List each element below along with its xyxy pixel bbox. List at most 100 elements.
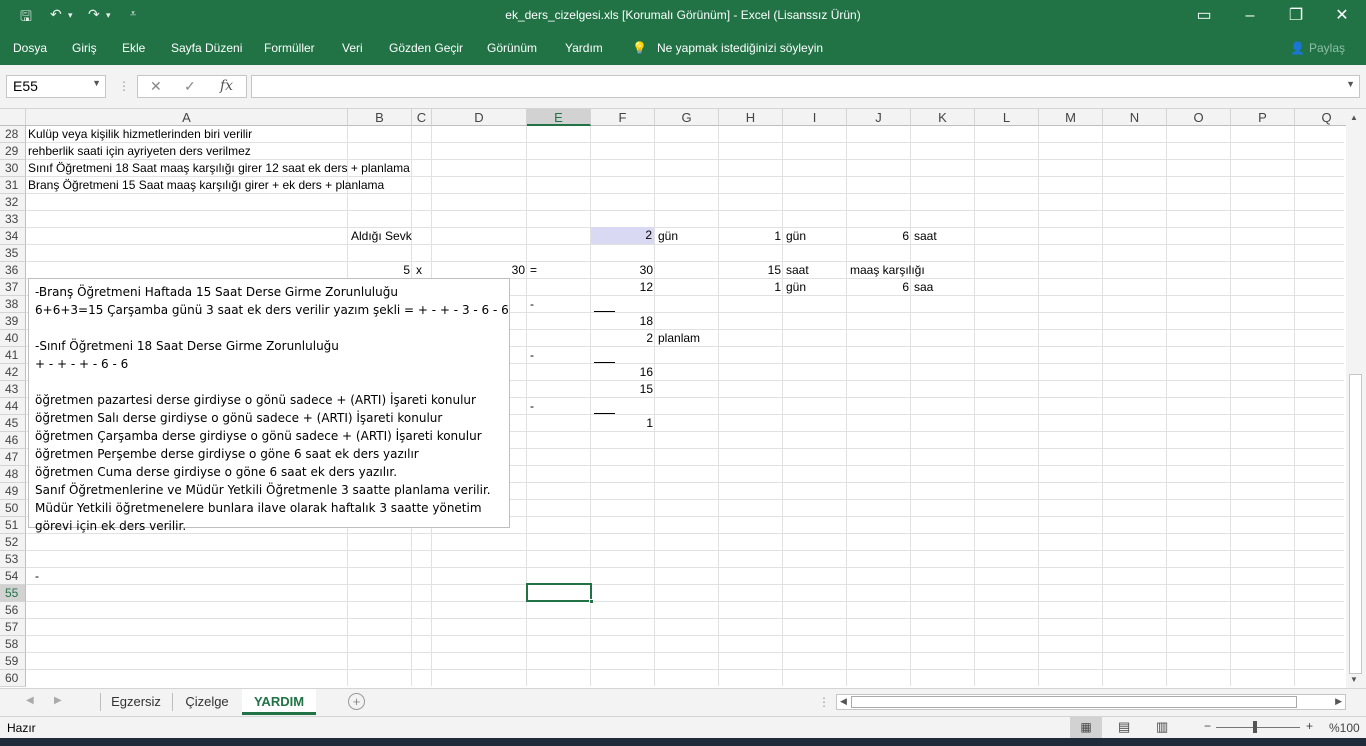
cell-c36[interactable]: x	[416, 262, 422, 278]
cell-b36[interactable]: 5	[348, 262, 410, 278]
row-header[interactable]: 57	[0, 619, 26, 636]
row-header[interactable]: 48	[0, 466, 26, 483]
col-header-b[interactable]: B	[348, 109, 412, 126]
cell-h34[interactable]: 1	[719, 228, 781, 244]
vertical-scrollbar[interactable]: ▲ ▼	[1346, 109, 1366, 688]
tab-gozden-gecir[interactable]: Gözden Geçir	[389, 41, 463, 55]
cell-k34[interactable]: saat	[914, 228, 937, 244]
row-header[interactable]: 42	[0, 364, 26, 381]
col-header-g[interactable]: G	[655, 109, 719, 126]
cell-a29[interactable]: rehberlik saati için ayriyeten ders veri…	[28, 143, 251, 159]
row-header[interactable]: 38	[0, 296, 26, 313]
row-header[interactable]: 45	[0, 415, 26, 432]
col-header-d[interactable]: D	[432, 109, 527, 126]
share-icon[interactable]: 👤	[1290, 41, 1305, 55]
insert-function-icon[interactable]: fx	[220, 78, 233, 94]
zoom-slider[interactable]	[1216, 727, 1300, 728]
cell-f40[interactable]: 2	[591, 330, 653, 346]
row-header[interactable]: 31	[0, 177, 26, 194]
tab-ekle[interactable]: Ekle	[122, 41, 145, 55]
cell-j34[interactable]: 6	[847, 228, 909, 244]
cell-a28[interactable]: Kulüp veya kişilik hizmetlerinden biri v…	[28, 126, 252, 142]
sheet-tab-yardim[interactable]: YARDIM	[242, 689, 316, 715]
row-header[interactable]: 55	[0, 585, 26, 602]
tab-split-handle-icon[interactable]: ⋮	[818, 695, 830, 709]
row-header[interactable]: 29	[0, 143, 26, 160]
tab-scroll-right-icon[interactable]: ▶	[54, 695, 62, 706]
row-header[interactable]: 56	[0, 602, 26, 619]
fill-handle[interactable]	[589, 599, 594, 604]
row-header[interactable]: 43	[0, 381, 26, 398]
ribbon-display-icon[interactable]: ▭	[1184, 4, 1224, 28]
row-header[interactable]: 44	[0, 398, 26, 415]
tell-me-box[interactable]: Ne yapmak istediğinizi söyleyin	[657, 41, 823, 55]
expand-formula-icon[interactable]: ▼	[1346, 79, 1355, 89]
formula-input[interactable]: ▼	[251, 75, 1360, 98]
col-header-o[interactable]: O	[1167, 109, 1231, 126]
sheet-tab-cizelge[interactable]: Çizelge	[173, 689, 241, 715]
row-header[interactable]: 47	[0, 449, 26, 466]
col-header-k[interactable]: K	[911, 109, 975, 126]
cell-i37[interactable]: gün	[786, 279, 806, 295]
page-layout-icon[interactable]: ▤	[1118, 719, 1130, 735]
cell-k37[interactable]: saa	[914, 279, 933, 295]
row-header[interactable]: 41	[0, 347, 26, 364]
col-header-p[interactable]: P	[1231, 109, 1295, 126]
row-header[interactable]: 58	[0, 636, 26, 653]
cell-i36[interactable]: saat	[786, 262, 809, 278]
select-all-corner[interactable]	[0, 109, 26, 126]
horizontal-scrollbar[interactable]: ◀ ▶	[836, 694, 1346, 710]
cell-b34[interactable]: Aldığı Sevk	[351, 228, 412, 244]
row-header[interactable]: 51	[0, 517, 26, 534]
tab-sayfa-duzeni[interactable]: Sayfa Düzeni	[171, 41, 242, 55]
col-header-e[interactable]: E	[527, 109, 591, 126]
page-break-preview-icon[interactable]: ▥	[1156, 719, 1168, 735]
row-header[interactable]: 52	[0, 534, 26, 551]
cell-f45[interactable]: 1	[591, 415, 653, 431]
row-header[interactable]: 46	[0, 432, 26, 449]
sheet-tab-egzersiz[interactable]: Egzersiz	[101, 689, 171, 715]
cell-f34[interactable]: 2	[591, 227, 654, 244]
row-header[interactable]: 30	[0, 160, 26, 177]
cell-h37[interactable]: 1	[719, 279, 781, 295]
cell-e36[interactable]: =	[530, 262, 537, 278]
cell-j37[interactable]: 6	[847, 279, 909, 295]
row-header[interactable]: 60	[0, 670, 26, 687]
enter-icon[interactable]: ✓	[184, 78, 196, 95]
scroll-up-icon[interactable]: ▲	[1350, 113, 1358, 122]
add-sheet-icon[interactable]: +	[348, 693, 365, 710]
cell-g40[interactable]: planlam	[658, 330, 700, 346]
cancel-icon[interactable]: ✕	[150, 78, 162, 95]
close-button[interactable]: ✕	[1322, 4, 1362, 28]
tab-dosya[interactable]: Dosya	[13, 41, 47, 55]
col-header-h[interactable]: H	[719, 109, 783, 126]
cell-d36[interactable]: 30	[432, 262, 525, 278]
row-header[interactable]: 32	[0, 194, 26, 211]
row-header[interactable]: 53	[0, 551, 26, 568]
row-header[interactable]: 33	[0, 211, 26, 228]
tab-scroll-left-icon[interactable]: ◀	[26, 695, 34, 706]
chevron-down-icon[interactable]: ▼	[92, 78, 101, 88]
col-header-l[interactable]: L	[975, 109, 1039, 126]
cell-i34[interactable]: gün	[786, 228, 806, 244]
cell-e38[interactable]: -	[530, 296, 534, 312]
col-header-n[interactable]: N	[1103, 109, 1167, 126]
row-header[interactable]: 36	[0, 262, 26, 279]
cell-a30[interactable]: Sınıf Öğretmeni 18 Saat maaş karşılığı g…	[28, 160, 410, 176]
cell-f39[interactable]: 18	[591, 313, 653, 329]
cell-e44[interactable]: -	[530, 398, 534, 414]
cell-g34[interactable]: gün	[658, 228, 678, 244]
col-header-f[interactable]: F	[591, 109, 655, 126]
row-header[interactable]: 37	[0, 279, 26, 296]
cell-j36[interactable]: maaş karşılığı	[850, 262, 925, 278]
cell-a54[interactable]: -	[35, 568, 39, 584]
cell-e41[interactable]: -	[530, 347, 534, 363]
scroll-down-icon[interactable]: ▼	[1350, 675, 1358, 684]
help-textbox[interactable]: -Branş Öğretmeni Haftada 15 Saat Derse G…	[28, 278, 510, 533]
row-header[interactable]: 34	[0, 228, 26, 245]
active-cell-e55[interactable]	[526, 583, 592, 602]
cell-a31[interactable]: Branş Öğretmeni 15 Saat maaş karşılığı g…	[28, 177, 384, 193]
row-header[interactable]: 49	[0, 483, 26, 500]
name-box[interactable]: E55 ▼	[6, 75, 106, 98]
row-header[interactable]: 40	[0, 330, 26, 347]
